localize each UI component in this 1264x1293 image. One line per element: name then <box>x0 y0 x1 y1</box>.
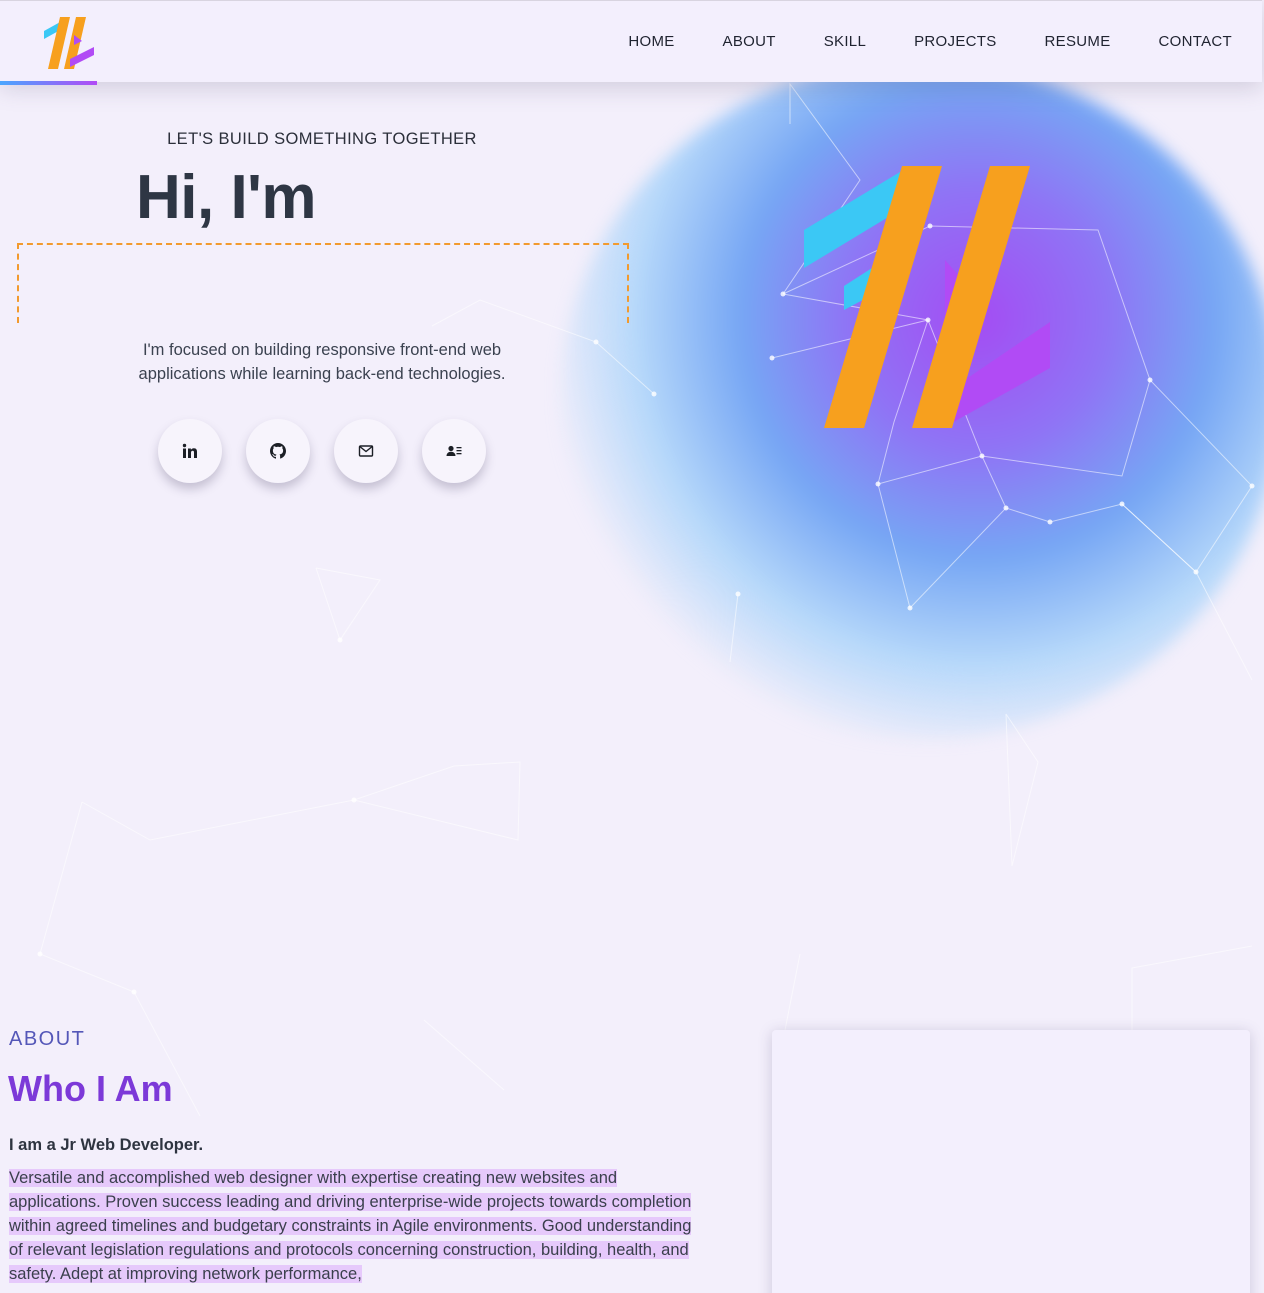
nav-contact[interactable]: CONTACT <box>1159 33 1232 50</box>
about-body: Versatile and accomplished web designer … <box>9 1166 699 1286</box>
mail-icon <box>358 445 374 457</box>
github-button[interactable] <box>246 419 310 483</box>
hero-greeting: Hi, I'm <box>136 163 317 232</box>
about-title: Who I Am <box>8 1068 173 1109</box>
nav-projects[interactable]: PROJECTS <box>914 33 996 50</box>
hero-logo-icon <box>804 166 1050 428</box>
about-body-text: Versatile and accomplished web designer … <box>9 1169 692 1283</box>
typed-text-box <box>17 243 629 323</box>
logo-icon[interactable] <box>40 15 98 71</box>
about-image-card <box>772 1030 1250 1293</box>
contact-card-icon <box>446 445 462 456</box>
nav-resume[interactable]: RESUME <box>1045 33 1111 50</box>
github-icon <box>270 443 286 459</box>
contact-card-button[interactable] <box>422 419 486 483</box>
nav-about[interactable]: ABOUT <box>723 33 776 50</box>
about-kicker: ABOUT <box>9 1028 86 1050</box>
active-nav-indicator <box>0 81 97 85</box>
nav-home[interactable]: HOME <box>628 33 674 50</box>
main-nav: HOME ABOUT SKILL PROJECTS RESUME CONTACT <box>580 33 1232 50</box>
about-subtitle: I am a Jr Web Developer. <box>9 1136 204 1154</box>
social-links <box>158 419 486 483</box>
email-button[interactable] <box>334 419 398 483</box>
nav-skill[interactable]: SKILL <box>824 33 866 50</box>
site-header: HOME ABOUT SKILL PROJECTS RESUME CONTACT <box>0 0 1262 82</box>
hero-tagline: LET'S BUILD SOMETHING TOGETHER <box>167 130 477 148</box>
linkedin-icon <box>182 443 197 458</box>
hero-description: I'm focused on building responsive front… <box>138 341 506 383</box>
linkedin-button[interactable] <box>158 419 222 483</box>
